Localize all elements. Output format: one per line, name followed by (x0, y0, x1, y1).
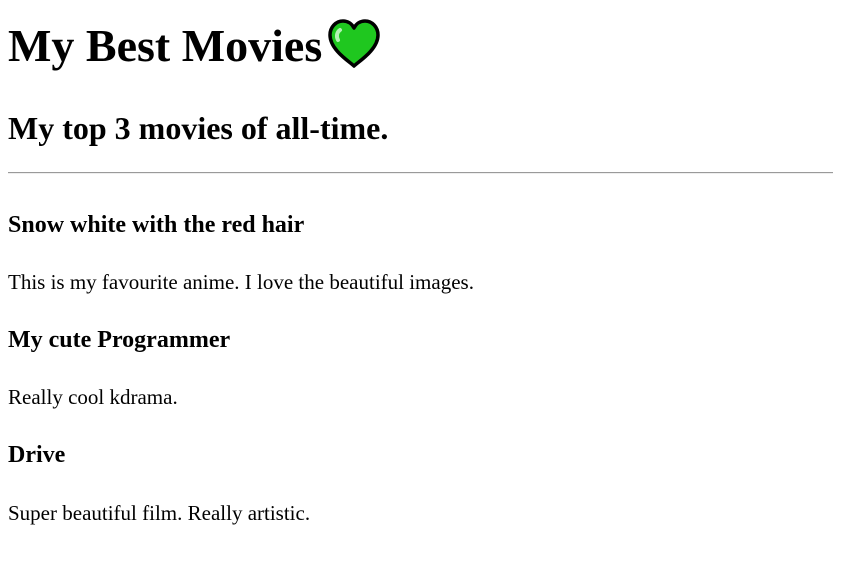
movie-title: Drive (8, 442, 66, 468)
page: My Best Movies My top 3 movies of all-ti… (0, 0, 841, 562)
green-heart-icon (326, 18, 382, 70)
movie-title: My cute Programmer (8, 327, 231, 353)
page-subtitle: My top 3 movies of all-time. (8, 110, 389, 146)
movie-description: Really cool kdrama. (8, 385, 178, 409)
movie-description: Super beautiful film. Really artistic. (8, 501, 311, 525)
movie-title: Snow white with the red hair (8, 212, 305, 238)
page-title-text: My Best Movies (8, 20, 323, 71)
divider (8, 172, 833, 174)
movie-description: This is my favourite anime. I love the b… (8, 270, 474, 294)
page-title: My Best Movies (8, 18, 382, 72)
